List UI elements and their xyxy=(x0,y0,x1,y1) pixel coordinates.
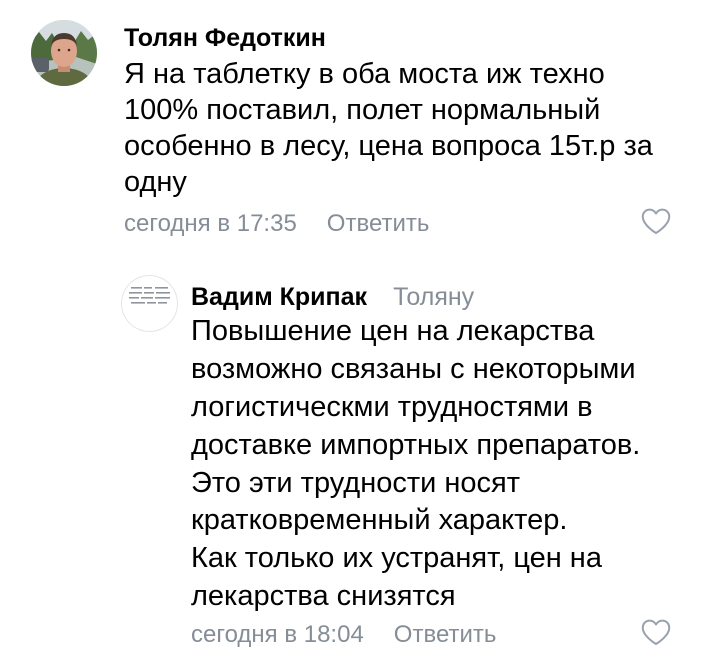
logo-avatar xyxy=(129,287,170,304)
avatar-lettering-mark xyxy=(129,297,139,299)
reply-text-line: лекарства снизятся xyxy=(191,580,456,613)
avatar-vadim[interactable] xyxy=(121,275,178,332)
avatar-lettering-mark xyxy=(156,292,170,294)
reply-button[interactable]: Ответить xyxy=(327,209,430,239)
avatar-lettering-mark xyxy=(144,292,154,294)
like-button[interactable] xyxy=(641,619,671,646)
comment-text-line: 100% поставил, полет нормальный xyxy=(124,94,601,126)
reply-text-line: Повышение цен на лекарства xyxy=(191,315,595,347)
avatar-photo-eye-left xyxy=(57,48,61,52)
avatar-lettering-mark xyxy=(129,292,142,294)
heart-outline-icon xyxy=(641,208,671,234)
avatar-lettering-mark xyxy=(147,302,156,304)
reply-text-line: кратковременный характер. xyxy=(191,504,568,537)
comment-text-line: одну xyxy=(124,166,187,198)
avatar-lettering-mark xyxy=(141,297,153,299)
avatar-photo-eye-right xyxy=(67,48,71,52)
avatar-lettering-mark xyxy=(155,297,170,299)
comment-meta: сегодня в 17:35 Ответить xyxy=(124,209,429,239)
reply-header: Вадим Крипак Толяну xyxy=(191,282,474,312)
avatar-lettering-mark xyxy=(131,302,145,304)
reply-timestamp[interactable]: сегодня в 18:04 xyxy=(191,620,364,650)
avatar-tolyan[interactable] xyxy=(31,20,97,86)
avatar-photo-car xyxy=(31,58,49,72)
reply-meta: сегодня в 18:04 Ответить xyxy=(191,620,496,650)
reply-text-line: доставке импортных препаратов. xyxy=(191,428,641,461)
heart-outline-shape xyxy=(641,208,671,234)
reply-text-line: логистическми трудностями в xyxy=(191,390,593,423)
heart-outline-shape xyxy=(641,619,671,645)
avatar-lettering-mark xyxy=(131,287,142,289)
comment-header: Толян Федоткин xyxy=(124,23,326,53)
reply-button[interactable]: Ответить xyxy=(394,620,497,650)
reply-text: Повышение цен на лекарства возможно связ… xyxy=(191,313,640,616)
avatar-lettering-mark xyxy=(158,302,167,304)
comment-text-line: особенно в лесу, цена вопроса 15т.р за xyxy=(124,130,653,162)
like-button[interactable] xyxy=(641,208,671,235)
reply-text-line: Это эти трудности носят xyxy=(191,466,521,499)
comment-timestamp[interactable]: сегодня в 17:35 xyxy=(124,209,297,239)
reply-to-link[interactable]: Толяну xyxy=(393,282,474,312)
author-name[interactable]: Толян Федоткин xyxy=(124,23,326,53)
heart-outline-icon xyxy=(641,619,671,645)
user-photo-avatar xyxy=(31,20,97,86)
avatar-lettering-mark xyxy=(144,287,152,289)
comment-text-line: Я на таблетку в оба моста иж техно xyxy=(124,58,605,90)
author-name[interactable]: Вадим Крипак xyxy=(191,282,367,312)
reply-text-line: Как только их устранят, цен на xyxy=(191,542,602,575)
avatar-lettering-mark xyxy=(155,287,168,289)
reply-text-line: возможно связаны с некоторыми xyxy=(191,352,636,385)
comment-text: Я на таблетку в оба моста иж техно 100% … xyxy=(124,56,653,200)
